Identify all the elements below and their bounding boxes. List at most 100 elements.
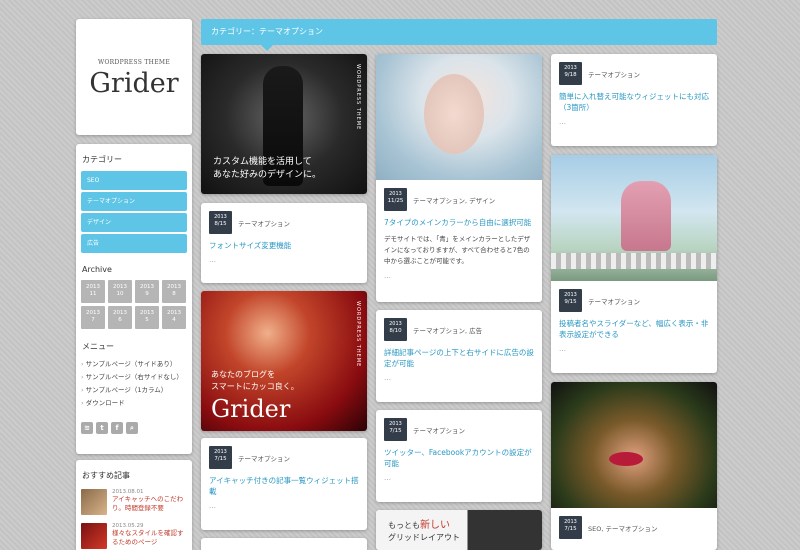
post-thumbnail[interactable]: もっとも新しい グリッドレイアウト	[376, 510, 542, 550]
post-more: …	[559, 118, 566, 126]
post-title[interactable]: 詳細記事ページの上下と右サイドに広告の設定が可能	[376, 341, 542, 369]
archive-month[interactable]: 2013 10	[108, 280, 132, 303]
balustrade	[551, 253, 717, 269]
post-thumbnail[interactable]	[551, 155, 717, 281]
post-year: 2013	[389, 421, 402, 427]
post-more: …	[384, 474, 391, 482]
archive-month[interactable]: 2013 8	[162, 280, 186, 303]
post-meta: 2013 7/15 テーマオプション	[201, 438, 367, 469]
post-categories[interactable]: テーマオプション	[413, 425, 465, 435]
category-header: カテゴリー：テーマオプション	[201, 19, 717, 51]
model-lips	[609, 452, 643, 466]
post-title[interactable]: 簡単に入れ替え可能なウィジェットにも対応（3箇所）	[551, 85, 717, 113]
archive-month-num: 6	[118, 317, 122, 323]
post-title[interactable]: 投稿者名やスライダーなど、幅広く表示・非表示設定ができる	[551, 312, 717, 340]
sidebar-category-ads[interactable]: 広告	[81, 234, 187, 253]
post-meta: 2013 8/15 テーマオプション	[201, 203, 367, 234]
category-widget-title: カテゴリー	[82, 155, 122, 164]
archive-month-num: 10	[116, 291, 124, 297]
post-categories[interactable]: テーマオプション	[238, 218, 290, 228]
post-card[interactable]: 2013 9/15 テーマオプション 投稿者名やスライダーなど、幅広く表示・非表示…	[551, 155, 717, 373]
menu-link[interactable]: サンプルページ（右サイドなし）	[81, 371, 187, 384]
post-thumbnail[interactable]: WORDPRESS THEME カスタム機能を活用して あなた好みのデザインに。	[201, 54, 367, 194]
archive-month-num: 11	[89, 291, 97, 297]
archive-year: 2013	[86, 310, 100, 316]
archive-month[interactable]: 2013 9	[135, 280, 159, 303]
sidebar-category-design[interactable]: デザイン	[81, 213, 187, 232]
post-date: 2013 9/18	[559, 62, 582, 85]
archive-month-num: 8	[172, 291, 176, 297]
archive-month[interactable]: 2013 6	[108, 306, 132, 329]
post-title[interactable]: 7タイプのメインカラーから自由に選択可能	[376, 211, 542, 228]
post-card[interactable]: 2013 8/15 テーマオプション フォントサイズ変更機能 …	[201, 203, 367, 283]
archive-widget-title: Archive	[82, 265, 112, 274]
post-date: 2013 11/25	[384, 188, 407, 211]
recommended-item[interactable]: 2013.08.01 アイキャッチへのこだわり。時間登録不要	[81, 489, 187, 515]
post-day: 7/15	[214, 456, 227, 462]
logo-subtitle: WORDPRESS THEME	[97, 59, 170, 66]
post-date: 2013 9/15	[559, 289, 582, 312]
recommended-title: おすすめ記事	[82, 471, 130, 480]
post-date: 2013 7/15	[209, 446, 232, 469]
menu-link[interactable]: サンプルページ（サイドあり）	[81, 358, 187, 371]
archive-month-num: 4	[172, 317, 176, 323]
menu-link[interactable]: ダウンロード	[81, 397, 187, 410]
post-thumbnail[interactable]	[551, 382, 717, 508]
twitter-icon[interactable]: t	[96, 422, 108, 434]
post-image-card[interactable]: もっとも新しい グリッドレイアウト	[376, 510, 542, 550]
post-meta: 2013 9/18 テーマオプション	[551, 54, 717, 85]
social-links: ≋ t f ⌕	[81, 422, 187, 434]
post-categories[interactable]: テーマオプション, 広告	[413, 325, 482, 335]
recommended-item[interactable]: 2013.05.29 様々なスタイルを確認するためのページ	[81, 523, 187, 549]
banner-line: あなたのブログを	[211, 370, 275, 379]
post-card[interactable]: 2013 9/18 テーマオプション 簡単に入れ替え可能なウィジェットにも対応（3…	[551, 54, 717, 146]
post-year: 2013	[564, 65, 577, 71]
banner-line: スマートにカッコ良く。	[211, 382, 299, 391]
post-card[interactable]: 2013 7/15 テーマオプション アイキャッチ付きの記事一覧ウィジェット搭載 …	[201, 438, 367, 530]
post-categories[interactable]: SEO, テーマオプション	[588, 523, 657, 533]
rss-icon[interactable]: ≋	[81, 422, 93, 434]
banner-line: グリッドレイアウト	[388, 533, 460, 542]
post-card[interactable]: 2013 11/25 テーマオプション, デザイン 7タイプのメインカラーから自由…	[376, 54, 542, 302]
post-day: 8/15	[214, 221, 227, 227]
post-categories[interactable]: テーマオプション	[588, 69, 640, 79]
post-title[interactable]: アイキャッチ付きの記事一覧ウィジェット搭載	[201, 469, 367, 497]
post-card[interactable]: 2013 7/15 SEO, テーマオプション	[551, 382, 717, 550]
facebook-icon[interactable]: f	[111, 422, 123, 434]
archive-month[interactable]: 2013 5	[135, 306, 159, 329]
post-card[interactable]: 2013 8/10 テーマオプション, 広告 詳細記事ページの上下と右サイドに広告…	[376, 310, 542, 402]
archive-month[interactable]: 2013 4	[162, 306, 186, 329]
post-title[interactable]: フォントサイズ変更機能	[201, 234, 367, 251]
recommended-link[interactable]: 様々なスタイルを確認するためのページ	[112, 529, 187, 547]
post-meta: 2013 11/25 テーマオプション, デザイン	[376, 180, 542, 211]
post-categories[interactable]: テーマオプション	[238, 453, 290, 463]
post-title[interactable]: ツイッター、Facebookアカウントの設定が可能	[376, 441, 542, 469]
recommended-thumbnail[interactable]	[81, 523, 107, 549]
post-day: 7/15	[389, 428, 402, 434]
post-categories[interactable]: テーマオプション, デザイン	[413, 195, 495, 205]
post-card[interactable]	[201, 538, 367, 550]
site-logo[interactable]: WORDPRESS THEME Grider	[76, 19, 192, 135]
post-thumbnail[interactable]: WORDPRESS THEME あなたのブログを スマートにカッコ良く。 Grid…	[201, 291, 367, 431]
recommended-link[interactable]: アイキャッチへのこだわり。時間登録不要	[112, 495, 187, 513]
menu-widget-title: メニュー	[82, 342, 114, 351]
menu-link[interactable]: サンプルページ（1カラム）	[81, 384, 187, 397]
post-thumbnail[interactable]	[376, 54, 542, 180]
banner-text: あなたのブログをスマートにカッコ良く。	[211, 369, 299, 393]
post-image-card[interactable]: WORDPRESS THEME あなたのブログを スマートにカッコ良く。 Grid…	[201, 291, 367, 431]
banner-accent: 新しい	[420, 520, 450, 531]
post-more: …	[559, 345, 566, 353]
archive-month[interactable]: 2013 7	[81, 306, 105, 329]
recommended-thumbnail[interactable]	[81, 489, 107, 515]
post-card[interactable]: 2013 7/15 テーマオプション ツイッター、Facebookアカウントの設定…	[376, 410, 542, 502]
sidebar-category-seo[interactable]: SEO	[81, 171, 187, 190]
archive-month-num: 5	[145, 317, 149, 323]
sidebar-category-theme-option[interactable]: テーマオプション	[81, 192, 187, 211]
search-icon[interactable]: ⌕	[126, 422, 138, 434]
post-date: 2013 8/10	[384, 318, 407, 341]
archive-month[interactable]: 2013 11	[81, 280, 105, 303]
banner-line: あなた好みのデザインに。	[213, 170, 322, 180]
post-image-card[interactable]: WORDPRESS THEME カスタム機能を活用して あなた好みのデザインに。	[201, 54, 367, 194]
archive-grid: 2013 11 2013 10 2013 9 2013 8 2013 7 2013 6 20…	[81, 280, 187, 329]
post-categories[interactable]: テーマオプション	[588, 296, 640, 306]
